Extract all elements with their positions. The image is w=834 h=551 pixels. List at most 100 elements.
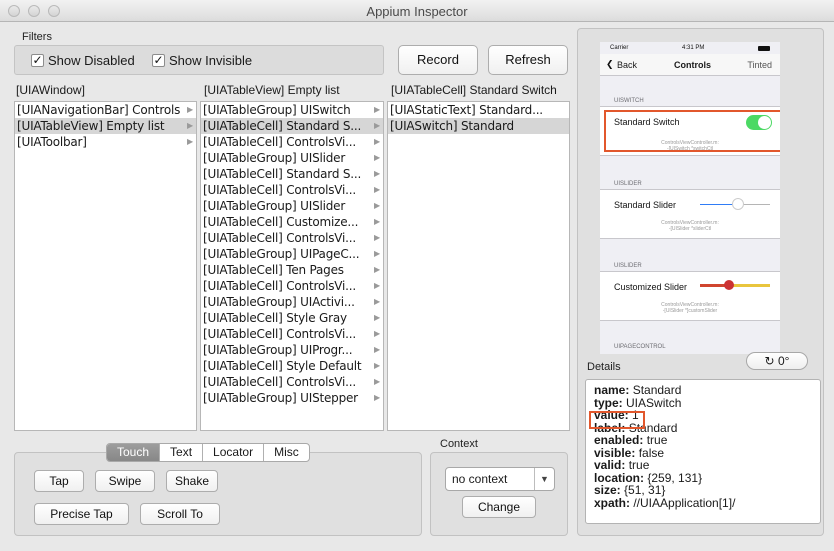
chevron-down-icon: ▼ <box>534 468 554 490</box>
tinted-item: Tinted <box>747 60 772 70</box>
list-item[interactable]: [UIATableCell] ControlsVi... ▶ <box>201 182 383 198</box>
details-text[interactable]: name: Standard type: UIASwitch value: 1 lab… <box>585 379 821 524</box>
details-label: Details <box>587 361 621 373</box>
slider-thumb <box>732 198 744 210</box>
list-item[interactable]: [UIATableCell] ControlsVi... ▶ <box>201 134 383 150</box>
tab-locator[interactable]: Locator <box>203 444 265 461</box>
rotate-icon: ↻ <box>764 354 775 368</box>
list-item[interactable]: [UIATableCell] ControlsVi... ▶ <box>201 278 383 294</box>
list-item[interactable]: [UIATableCell] Standard S... ▶ <box>201 118 383 134</box>
list-item[interactable]: [UIATableCell] Style Default ▶ <box>201 358 383 374</box>
tap-button[interactable]: Tap <box>34 470 84 492</box>
list-item[interactable]: [UIATableGroup] UISlider ▶ <box>201 198 383 214</box>
section-header: UISWITCH <box>614 98 644 104</box>
tab-misc[interactable]: Misc <box>264 444 309 461</box>
disclosure-arrow-icon: ▶ <box>374 121 380 130</box>
list-item[interactable]: [UIAToolbar] ▶ <box>15 134 196 150</box>
context-select[interactable]: no context ▼ <box>445 467 555 491</box>
filters-panel: ✓ Show Disabled ✓ Show Invisible <box>14 45 384 75</box>
list-item[interactable]: [UIATableGroup] UIPageC... ▶ <box>201 246 383 262</box>
list-item[interactable]: [UIATableGroup] UISlider ▶ <box>201 150 383 166</box>
disclosure-arrow-icon: ▶ <box>374 105 380 114</box>
tab-text[interactable]: Text <box>160 444 204 461</box>
show-disabled-checkbox[interactable]: ✓ Show Disabled <box>31 53 135 68</box>
list-item[interactable]: [UIATableGroup] UIActivi... ▶ <box>201 294 383 310</box>
list-item[interactable]: [UIATableCell] ControlsVi... ▶ <box>201 374 383 390</box>
tab-touch[interactable]: Touch <box>107 444 161 461</box>
disclosure-arrow-icon: ▶ <box>374 249 380 258</box>
refresh-button[interactable]: Refresh <box>488 45 568 75</box>
slider-thumb <box>724 280 734 290</box>
column-3-list[interactable]: [UIAStaticText] Standard... [UIASwitch] S… <box>387 101 570 431</box>
carrier-text: Carrier <box>610 45 629 51</box>
value-highlight <box>589 411 645 429</box>
list-item[interactable]: [UIATableCell] Standard S... ▶ <box>201 166 383 182</box>
filters-label: Filters <box>22 31 52 43</box>
column-2-list[interactable]: [UIATableGroup] UISwitch ▶ [UIATableCell] … <box>200 101 384 431</box>
section-header: UIPAGECONTROL <box>614 344 666 350</box>
list-item[interactable]: [UIATableCell] ControlsVi... ▶ <box>201 326 383 342</box>
swipe-button[interactable]: Swipe <box>95 470 155 492</box>
disclosure-arrow-icon: ▶ <box>374 281 380 290</box>
list-item[interactable]: [UIATableCell] ControlsVi... ▶ <box>201 230 383 246</box>
clock-text: 4:31 PM <box>682 45 705 51</box>
show-invisible-checkbox[interactable]: ✓ Show Invisible <box>152 53 252 68</box>
back-chevron-icon: ❮ <box>606 59 614 69</box>
action-tabs: Touch Text Locator Misc <box>106 443 310 462</box>
window-title: Appium Inspector <box>366 4 468 19</box>
disclosure-arrow-icon: ▶ <box>187 105 193 114</box>
slider-cell: Standard Slider ControlsViewController.m… <box>600 189 780 239</box>
list-item[interactable]: [UIATableGroup] UISwitch ▶ <box>201 102 383 118</box>
rotate-button[interactable]: ↻ 0° <box>746 352 808 370</box>
back-text: Back <box>617 60 638 70</box>
list-item[interactable]: [UIATableCell] Customize... ▶ <box>201 214 383 230</box>
precise-tap-button[interactable]: Precise Tap <box>34 503 129 525</box>
record-button[interactable]: Record <box>398 45 478 75</box>
disclosure-arrow-icon: ▶ <box>374 329 380 338</box>
disclosure-arrow-icon: ▶ <box>374 313 380 322</box>
list-item[interactable]: [UIAStaticText] Standard... <box>388 102 569 118</box>
list-item[interactable]: [UIATableCell] Style Gray ▶ <box>201 310 383 326</box>
list-item[interactable]: [UIATableGroup] UIProgr... ▶ <box>201 342 383 358</box>
disclosure-arrow-icon: ▶ <box>187 137 193 146</box>
disclosure-arrow-icon: ▶ <box>374 361 380 370</box>
disclosure-arrow-icon: ▶ <box>374 153 380 162</box>
shake-button[interactable]: Shake <box>166 470 218 492</box>
disclosure-arrow-icon: ▶ <box>374 393 380 402</box>
disclosure-arrow-icon: ▶ <box>374 201 380 210</box>
disclosure-arrow-icon: ▶ <box>374 217 380 226</box>
section-header: UISLIDER <box>614 181 642 187</box>
disclosure-arrow-icon: ▶ <box>374 169 380 178</box>
appium-inspector-window: Appium Inspector Filters ✓ Show Disabled… <box>0 0 834 551</box>
change-context-button[interactable]: Change <box>462 496 536 518</box>
detail-row: xpath: //UIAApplication[1]/ <box>594 495 736 510</box>
nav-title: Controls <box>674 60 711 70</box>
disclosure-arrow-icon: ▶ <box>374 233 380 242</box>
disclosure-arrow-icon: ▶ <box>374 377 380 386</box>
column-1-list[interactable]: [UIANavigationBar] Controls ▶ [UIATableVie… <box>14 101 197 431</box>
disclosure-arrow-icon: ▶ <box>374 265 380 274</box>
disclosure-arrow-icon: ▶ <box>374 297 380 306</box>
scroll-to-button[interactable]: Scroll To <box>140 503 220 525</box>
section-header: UISLIDER <box>614 263 642 269</box>
disclosure-arrow-icon: ▶ <box>187 121 193 130</box>
list-item[interactable]: [UIATableCell] Ten Pages ▶ <box>201 262 383 278</box>
disclosure-arrow-icon: ▶ <box>374 185 380 194</box>
column-2-header: [UIATableView] Empty list <box>204 83 340 97</box>
list-item[interactable]: [UIATableView] Empty list ▶ <box>15 118 196 134</box>
title-bar: Appium Inspector <box>0 0 834 22</box>
disclosure-arrow-icon: ▶ <box>374 137 380 146</box>
list-item[interactable]: [UIASwitch] Standard <box>388 118 569 134</box>
list-item[interactable]: [UIANavigationBar] Controls ▶ <box>15 102 196 118</box>
list-item[interactable]: [UIATableGroup] UIStepper ▶ <box>201 390 383 406</box>
column-3-header: [UIATableCell] Standard Switch <box>391 83 557 97</box>
check-icon: ✓ <box>152 53 165 67</box>
context-label: Context <box>440 438 478 450</box>
device-status-bar: Carrier 4:31 PM <box>600 42 780 54</box>
disclosure-arrow-icon: ▶ <box>374 345 380 354</box>
check-icon: ✓ <box>31 53 44 67</box>
selected-element-highlight <box>604 110 780 152</box>
context-panel <box>430 452 568 536</box>
battery-icon <box>758 46 770 51</box>
device-screenshot[interactable]: Carrier 4:31 PM ❮ Back Controls Tinted U… <box>600 42 780 354</box>
